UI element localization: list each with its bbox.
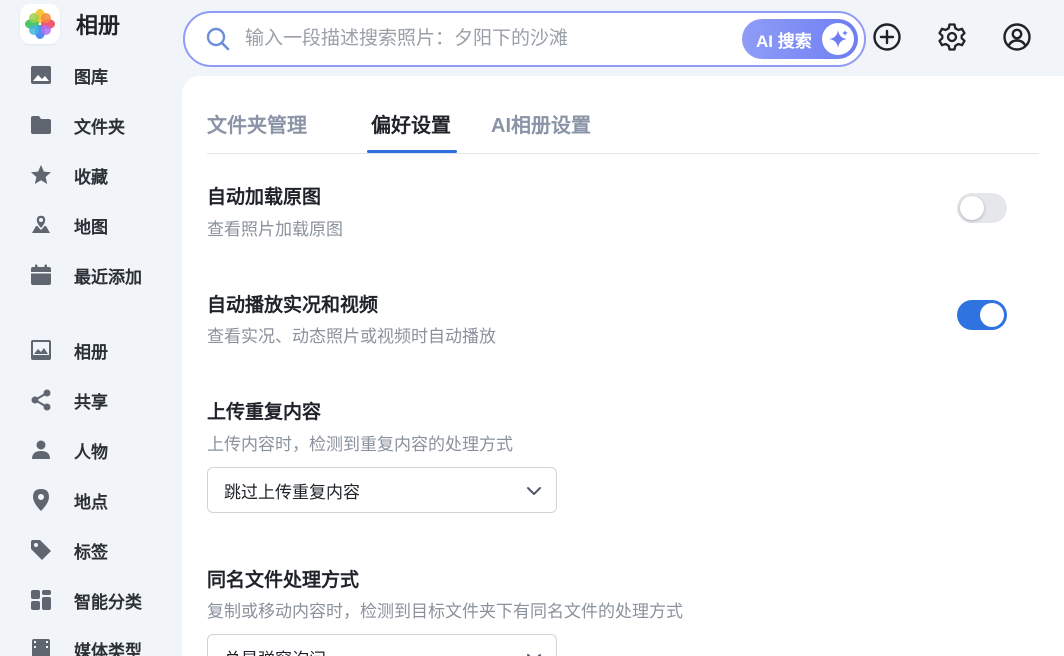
plus-circle-icon bbox=[872, 22, 902, 57]
setting-title-same-name-handling: 同名文件处理方式 bbox=[207, 570, 360, 591]
share-icon bbox=[28, 387, 54, 413]
sidebar-item-smart-categories[interactable]: 智能分类 bbox=[28, 585, 178, 615]
toggle-knob bbox=[980, 303, 1004, 327]
album-icon bbox=[28, 337, 54, 363]
image-icon bbox=[28, 62, 54, 88]
tab-folder-management[interactable]: 文件夹管理 bbox=[207, 106, 307, 154]
user-circle-icon bbox=[1002, 22, 1032, 57]
sidebar-item-recent[interactable]: 最近添加 bbox=[28, 260, 178, 290]
sidebar: 相册 图库 文件夹 收藏 地图 最近添加 相册 共享 人物 地点 标签 智能分类… bbox=[0, 0, 182, 656]
account-button[interactable] bbox=[1000, 22, 1034, 56]
setting-title-duplicate-upload: 上传重复内容 bbox=[207, 402, 322, 423]
app-title: 相册 bbox=[76, 13, 121, 38]
sidebar-item-shared[interactable]: 共享 bbox=[28, 385, 178, 415]
sidebar-item-label: 最近添加 bbox=[74, 267, 142, 287]
setting-desc-autoplay-live: 查看实况、动态照片或视频时自动播放 bbox=[207, 327, 496, 346]
chevron-down-icon bbox=[524, 648, 544, 656]
duplicate-upload-select[interactable]: 跳过上传重复内容 bbox=[207, 467, 557, 513]
toggle-knob bbox=[960, 196, 984, 220]
photos-logo-icon bbox=[20, 4, 60, 44]
star-icon bbox=[28, 162, 54, 188]
brand: 相册 bbox=[20, 4, 120, 44]
sidebar-item-label: 人物 bbox=[74, 442, 108, 462]
settings-panel: 文件夹管理 偏好设置 AI相册设置 自动加载原图 查看照片加载原图 自动播放实况… bbox=[182, 76, 1064, 656]
folder-icon bbox=[28, 112, 54, 138]
app-window: 相册 图库 文件夹 收藏 地图 最近添加 相册 共享 人物 地点 标签 智能分类… bbox=[0, 0, 1064, 656]
setting-title-autoplay-live: 自动播放实况和视频 bbox=[207, 295, 379, 316]
tab-ai-album-settings[interactable]: AI相册设置 bbox=[491, 106, 591, 154]
sidebar-item-label: 相册 bbox=[74, 342, 108, 362]
sidebar-item-label: 标签 bbox=[74, 542, 108, 562]
same-name-handling-select[interactable]: 总是弹窗询问 bbox=[207, 634, 557, 656]
sidebar-item-albums[interactable]: 相册 bbox=[28, 335, 178, 365]
sidebar-item-label: 共享 bbox=[74, 392, 108, 412]
sidebar-item-label: 地图 bbox=[74, 217, 108, 237]
chevron-down-icon bbox=[524, 481, 544, 501]
active-tab-indicator bbox=[367, 150, 457, 153]
film-icon bbox=[28, 636, 54, 656]
sidebar-item-tags[interactable]: 标签 bbox=[28, 535, 178, 565]
sidebar-item-label: 文件夹 bbox=[74, 117, 125, 137]
search-icon bbox=[205, 26, 231, 52]
search-input[interactable] bbox=[245, 28, 715, 50]
select-value: 跳过上传重复内容 bbox=[224, 482, 360, 502]
select-value: 总是弹窗询问 bbox=[224, 645, 326, 656]
settings-tabs: 文件夹管理 偏好设置 AI相册设置 bbox=[207, 106, 1039, 154]
sidebar-item-folders[interactable]: 文件夹 bbox=[28, 110, 178, 140]
sidebar-item-label: 收藏 bbox=[74, 167, 108, 187]
person-icon bbox=[28, 437, 54, 463]
setting-desc-duplicate-upload: 上传内容时，检测到重复内容的处理方式 bbox=[207, 435, 513, 454]
calendar-icon bbox=[28, 262, 54, 288]
sidebar-item-people[interactable]: 人物 bbox=[28, 435, 178, 465]
tag-icon bbox=[28, 537, 54, 563]
auto-load-original-toggle[interactable] bbox=[957, 193, 1007, 223]
tab-preferences[interactable]: 偏好设置 bbox=[371, 106, 451, 154]
sidebar-item-label: 图库 bbox=[74, 67, 108, 87]
search-bar: AI 搜索 bbox=[183, 11, 866, 67]
map-icon bbox=[28, 212, 54, 238]
grid-icon bbox=[28, 587, 54, 613]
setting-desc-auto-load-original: 查看照片加载原图 bbox=[207, 220, 343, 239]
settings-button[interactable] bbox=[935, 22, 969, 56]
setting-title-auto-load-original: 自动加载原图 bbox=[207, 187, 322, 208]
add-button[interactable] bbox=[870, 22, 904, 56]
sidebar-item-places[interactable]: 地点 bbox=[28, 485, 178, 515]
ai-search-label: AI 搜索 bbox=[756, 31, 812, 51]
ai-search-button[interactable]: AI 搜索 bbox=[742, 19, 858, 59]
gear-icon bbox=[937, 22, 967, 57]
sidebar-item-gallery[interactable]: 图库 bbox=[28, 60, 178, 90]
sidebar-item-label: 智能分类 bbox=[74, 592, 142, 612]
sidebar-item-label: 媒体类型 bbox=[74, 641, 142, 656]
autoplay-live-toggle[interactable] bbox=[957, 300, 1007, 330]
sidebar-item-label: 地点 bbox=[74, 492, 108, 512]
sparkle-icon bbox=[822, 23, 854, 55]
location-pin-icon bbox=[28, 487, 54, 513]
sidebar-item-media-types[interactable]: 媒体类型 bbox=[28, 634, 178, 656]
sidebar-item-favorites[interactable]: 收藏 bbox=[28, 160, 178, 190]
sidebar-item-map[interactable]: 地图 bbox=[28, 210, 178, 240]
setting-desc-same-name-handling: 复制或移动内容时，检测到目标文件夹下有同名文件的处理方式 bbox=[207, 602, 683, 621]
